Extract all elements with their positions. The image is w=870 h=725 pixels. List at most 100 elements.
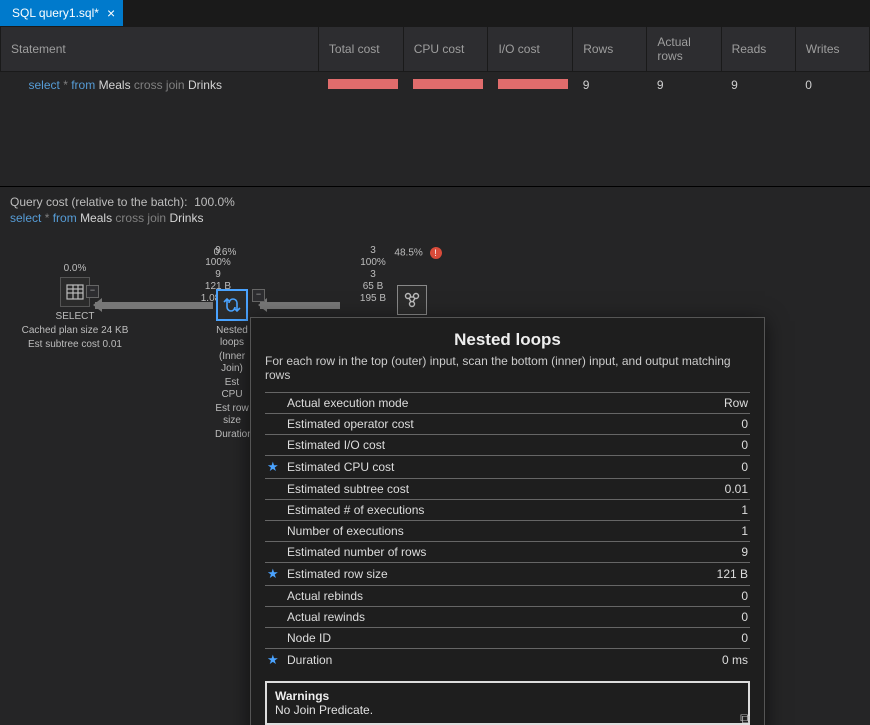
kw-select: select bbox=[10, 211, 41, 225]
cell-total-cost bbox=[318, 72, 403, 99]
col-writes[interactable]: Writes bbox=[795, 27, 869, 72]
star-icon bbox=[265, 542, 285, 563]
node-est-subtree: Est subtree cost 0.01 bbox=[20, 339, 130, 351]
star-icon bbox=[265, 479, 285, 500]
statement-header-row: Statement Total cost CPU cost I/O cost R… bbox=[1, 27, 870, 72]
node-pct: 0.6% bbox=[205, 247, 245, 259]
node-stat: 195 B bbox=[360, 293, 386, 304]
close-icon[interactable]: × bbox=[107, 6, 115, 20]
tooltip-key: Estimated CPU cost bbox=[285, 456, 658, 479]
tooltip-key: Actual rebinds bbox=[285, 586, 658, 607]
star-icon bbox=[265, 586, 285, 607]
cell-writes: 0 bbox=[795, 72, 869, 99]
tooltip-row: Estimated subtree cost0.01 bbox=[265, 479, 750, 500]
tbl-meals: Meals bbox=[99, 78, 131, 92]
tooltip-value: 0 bbox=[658, 628, 750, 649]
tooltip-warnings-box: Warnings No Join Predicate. bbox=[265, 681, 750, 725]
tooltip-key: Estimated operator cost bbox=[285, 414, 658, 435]
tooltip-row: Actual rewinds0 bbox=[265, 607, 750, 628]
node-pct: 48.5% bbox=[394, 248, 422, 259]
statement-row[interactable]: select * from Meals cross join Drinks 9 … bbox=[1, 72, 870, 99]
tab-bar: SQL query1.sql* × bbox=[0, 0, 870, 26]
cost-bar bbox=[413, 79, 483, 89]
tooltip-properties-table: Actual execution modeRowEstimated operat… bbox=[265, 392, 750, 671]
tbl-drinks: Drinks bbox=[169, 211, 203, 225]
tooltip-row: Node ID0 bbox=[265, 628, 750, 649]
col-statement[interactable]: Statement bbox=[1, 27, 319, 72]
tooltip-title: Nested loops bbox=[265, 330, 750, 350]
cost-bar bbox=[498, 79, 568, 89]
node-sublabel: Duration bbox=[215, 429, 249, 441]
kw-crossjoin: cross join bbox=[115, 211, 166, 225]
plan-node-scan-pct: 48.5% ! bbox=[388, 247, 448, 262]
warnings-text: No Join Predicate. bbox=[275, 703, 740, 717]
tab-sql-query1[interactable]: SQL query1.sql* × bbox=[0, 0, 123, 26]
plan-node-select[interactable]: 0.0% SELECT Cached plan size 24 KB Est s… bbox=[20, 263, 130, 351]
node-label: SELECT bbox=[20, 311, 130, 323]
statement-grid-pane: Statement Total cost CPU cost I/O cost R… bbox=[0, 26, 870, 187]
node-sublabel: Est row size bbox=[215, 403, 249, 427]
star-icon bbox=[265, 435, 285, 456]
tooltip-row: ★Estimated row size121 B bbox=[265, 563, 750, 586]
tooltip-value: 0 bbox=[658, 586, 750, 607]
col-rows[interactable]: Rows bbox=[573, 27, 647, 72]
star-icon: ★ bbox=[265, 649, 285, 672]
tooltip-value: 9 bbox=[658, 542, 750, 563]
col-total-cost[interactable]: Total cost bbox=[318, 27, 403, 72]
tooltip-value: 0 bbox=[658, 456, 750, 479]
statement-table: Statement Total cost CPU cost I/O cost R… bbox=[0, 26, 870, 98]
collapse-toggle[interactable]: − bbox=[252, 289, 265, 302]
tooltip-row: ★Estimated CPU cost0 bbox=[265, 456, 750, 479]
col-reads[interactable]: Reads bbox=[721, 27, 795, 72]
cell-actual-rows: 9 bbox=[647, 72, 721, 99]
node-stat: 3 bbox=[370, 245, 376, 256]
tooltip-value: 1 bbox=[658, 521, 750, 542]
tooltip-row: Actual execution modeRow bbox=[265, 393, 750, 414]
star-icon bbox=[265, 500, 285, 521]
tooltip-key: Estimated # of executions bbox=[285, 500, 658, 521]
tooltip-value: 121 B bbox=[658, 563, 750, 586]
tooltip-key: Actual rewinds bbox=[285, 607, 658, 628]
plan-node-scan-icon[interactable] bbox=[395, 283, 429, 319]
warning-icon: ! bbox=[430, 247, 442, 259]
plan-header: Query cost (relative to the batch): 100.… bbox=[0, 187, 870, 227]
tooltip-key: Node ID bbox=[285, 628, 658, 649]
star-icon bbox=[265, 607, 285, 628]
node-stat: 9 bbox=[215, 269, 221, 280]
kw-crossjoin: cross join bbox=[134, 78, 185, 92]
table-scan-icon bbox=[397, 285, 427, 315]
plan-node-loop-iconwrap[interactable]: Nested loops (Inner Join) Est CPU Est ro… bbox=[215, 287, 249, 441]
node-stat: 3 bbox=[370, 269, 376, 280]
col-cpu-cost[interactable]: CPU cost bbox=[403, 27, 488, 72]
cell-reads: 9 bbox=[721, 72, 795, 99]
col-actual-rows[interactable]: Actual rows bbox=[647, 27, 721, 72]
col-io-cost[interactable]: I/O cost bbox=[488, 27, 573, 72]
plan-header-statement: select * from Meals cross join Drinks bbox=[10, 211, 860, 225]
tab-title: SQL query1.sql* bbox=[12, 6, 99, 20]
query-cost-label: Query cost (relative to the batch): bbox=[10, 195, 187, 209]
tooltip-row: Actual rebinds0 bbox=[265, 586, 750, 607]
tooltip-row: Estimated number of rows9 bbox=[265, 542, 750, 563]
plan-node-loop-pct: 0.6% bbox=[205, 247, 245, 261]
tooltip-key: Duration bbox=[285, 649, 658, 672]
plan-arrow bbox=[260, 302, 340, 309]
tooltip-nested-loops: Nested loops For each row in the top (ou… bbox=[250, 317, 765, 725]
tooltip-key: Estimated I/O cost bbox=[285, 435, 658, 456]
node-sublabel: (Inner Join) bbox=[215, 351, 249, 375]
plan-diagram[interactable]: 0.0% SELECT Cached plan size 24 KB Est s… bbox=[0, 227, 870, 707]
node-stat: 65 B bbox=[363, 281, 384, 292]
nested-loops-icon bbox=[216, 289, 248, 321]
tooltip-row: Number of executions1 bbox=[265, 521, 750, 542]
query-cost-value: 100.0% bbox=[194, 195, 235, 209]
tooltip-value: 0.01 bbox=[658, 479, 750, 500]
tooltip-row: Estimated # of executions1 bbox=[265, 500, 750, 521]
tooltip-value: 1 bbox=[658, 500, 750, 521]
tooltip-value: 0 bbox=[658, 607, 750, 628]
tooltip-row: Estimated I/O cost0 bbox=[265, 435, 750, 456]
warnings-title: Warnings bbox=[275, 689, 740, 703]
node-label: Nested loops bbox=[215, 325, 249, 349]
node-stat: 100% bbox=[360, 257, 386, 268]
tooltip-key: Estimated number of rows bbox=[285, 542, 658, 563]
collapse-toggle[interactable]: − bbox=[86, 285, 99, 298]
copy-icon[interactable]: ⧉ bbox=[740, 710, 750, 725]
